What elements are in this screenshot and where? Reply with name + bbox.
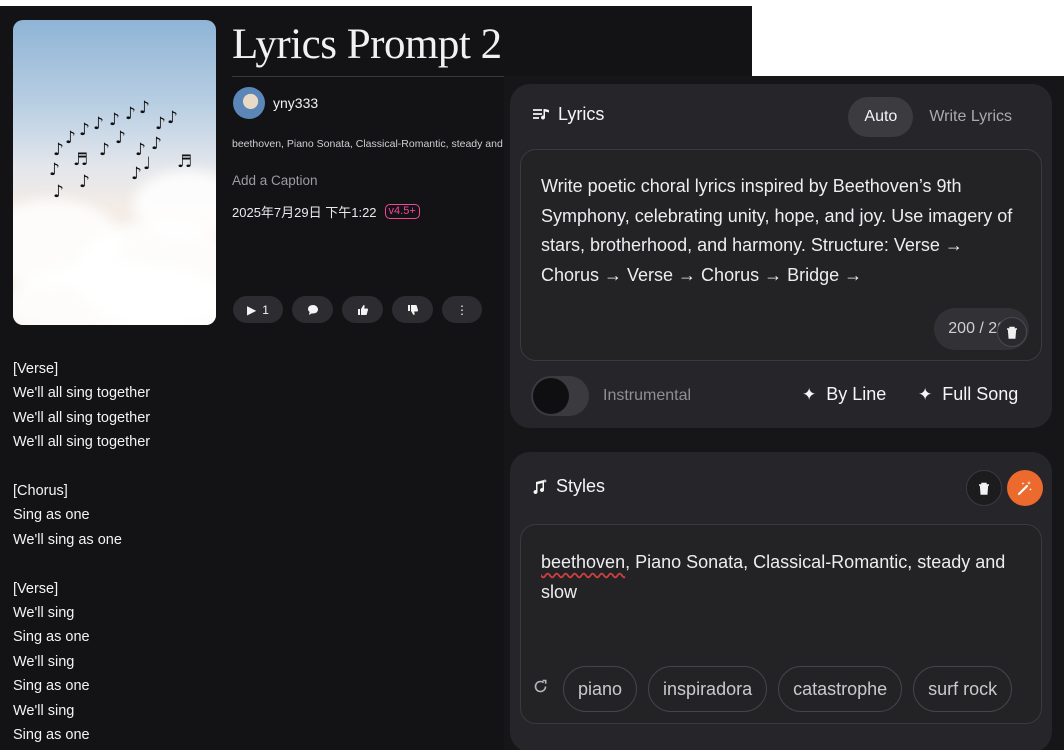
- clear-styles-button[interactable]: [966, 470, 1002, 506]
- styles-input[interactable]: beethoven, Piano Sonata, Classical-Roman…: [541, 547, 1011, 607]
- instrumental-label: Instrumental: [603, 387, 692, 404]
- magic-wand-icon: [1017, 481, 1032, 496]
- instrumental-toggle-row: Instrumental: [531, 376, 691, 416]
- shuffle-suggestions-button[interactable]: [533, 679, 553, 698]
- play-count: 1: [262, 302, 269, 317]
- song-lyrics: [Verse] We'll all sing together We'll al…: [13, 361, 151, 744]
- song-title: Lyrics Prompt 2: [232, 21, 502, 68]
- comment-button[interactable]: [292, 296, 333, 323]
- lyrics-mode-toggle: Auto Write Lyrics: [848, 97, 1028, 137]
- version-badge: v4.5+: [384, 204, 420, 219]
- thumbs-up-icon: [357, 304, 368, 315]
- dislike-button[interactable]: [392, 296, 433, 323]
- style-chip-surf-rock[interactable]: surf rock: [913, 666, 1013, 712]
- more-vertical-icon: ⋮: [456, 302, 468, 317]
- add-caption-field[interactable]: Add a Caption: [232, 173, 318, 188]
- style-chip-inspiradora[interactable]: inspiradora: [648, 666, 768, 712]
- by-line-label: By Line: [826, 384, 887, 404]
- lyrics-prompt-input[interactable]: Write poetic choral lyrics inspired by B…: [541, 172, 1021, 290]
- title-divider: [232, 76, 504, 77]
- lyrics-panel-title: Lyrics: [558, 104, 605, 124]
- like-button[interactable]: [342, 296, 383, 323]
- style-suggestions: piano inspiradora catastrophe surf rock: [563, 666, 1013, 712]
- create-editor: Lyrics Auto Write Lyrics Write poetic ch…: [504, 76, 1064, 750]
- play-icon: ▶: [247, 302, 257, 317]
- play-button[interactable]: ▶ 1: [233, 296, 283, 323]
- mode-write-lyrics[interactable]: Write Lyrics: [913, 97, 1028, 137]
- styles-note-icon: [533, 478, 547, 494]
- styles-panel-title: Styles: [556, 476, 606, 496]
- full-song-button[interactable]: ✦ Full Song: [918, 384, 1018, 405]
- mode-auto[interactable]: Auto: [848, 97, 914, 137]
- clear-lyrics-button[interactable]: [997, 317, 1027, 347]
- style-chip-catastrophe[interactable]: catastrophe: [778, 666, 903, 712]
- music-notes-illustration: ♪ ♪ ♪ ♪ ♪ ♪ ♪ ♪ ♪ ♪ ♬ ♪ ♪ ♪ ♪ ♬ ♪ ♪ ♩ ♪: [49, 98, 193, 202]
- more-options-button[interactable]: ⋮: [442, 296, 482, 323]
- created-date-row: 2025年7月29日 下午1:22 v4.5+: [232, 202, 420, 221]
- misspelled-word: beethoven: [541, 552, 626, 572]
- song-actions: ▶ 1 ⋮: [233, 296, 482, 323]
- styles-panel: Styles beethoven, Piano Sonata, Classica…: [510, 452, 1052, 750]
- trash-icon: [1007, 326, 1017, 339]
- generate-styles-button[interactable]: [1007, 470, 1043, 506]
- trash-icon: [979, 482, 989, 495]
- switch-knob: [533, 378, 569, 414]
- avatar[interactable]: [233, 87, 265, 119]
- styles-panel-header[interactable]: Styles: [530, 476, 605, 497]
- lyrics-panel: Lyrics Auto Write Lyrics Write poetic ch…: [510, 84, 1052, 428]
- sparkle-icon: ✦: [802, 384, 817, 404]
- lyrics-note-icon: [533, 108, 549, 120]
- song-style-tags[interactable]: beethoven, Piano Sonata, Classical-Roman…: [232, 138, 504, 150]
- lyrics-panel-header[interactable]: Lyrics: [532, 104, 604, 125]
- by-line-button[interactable]: ✦ By Line: [802, 384, 886, 405]
- styles-input-box[interactable]: beethoven, Piano Sonata, Classical-Roman…: [520, 524, 1042, 724]
- sparkle-icon: ✦: [918, 384, 933, 404]
- created-date: 2025年7月29日 下午1:22: [232, 205, 377, 220]
- instrumental-switch[interactable]: [531, 376, 589, 416]
- lyrics-prompt-box[interactable]: Write poetic choral lyrics inspired by B…: [520, 149, 1042, 361]
- full-song-label: Full Song: [942, 384, 1019, 404]
- shuffle-icon: [534, 679, 547, 693]
- username-link[interactable]: yny333: [273, 95, 318, 111]
- thumbs-down-icon: [407, 304, 418, 315]
- comment-icon: [307, 304, 318, 315]
- style-chip-piano[interactable]: piano: [563, 666, 638, 712]
- cover-art[interactable]: ♪ ♪ ♪ ♪ ♪ ♪ ♪ ♪ ♪ ♪ ♬ ♪ ♪ ♪ ♪ ♬ ♪ ♪ ♩ ♪: [13, 20, 216, 325]
